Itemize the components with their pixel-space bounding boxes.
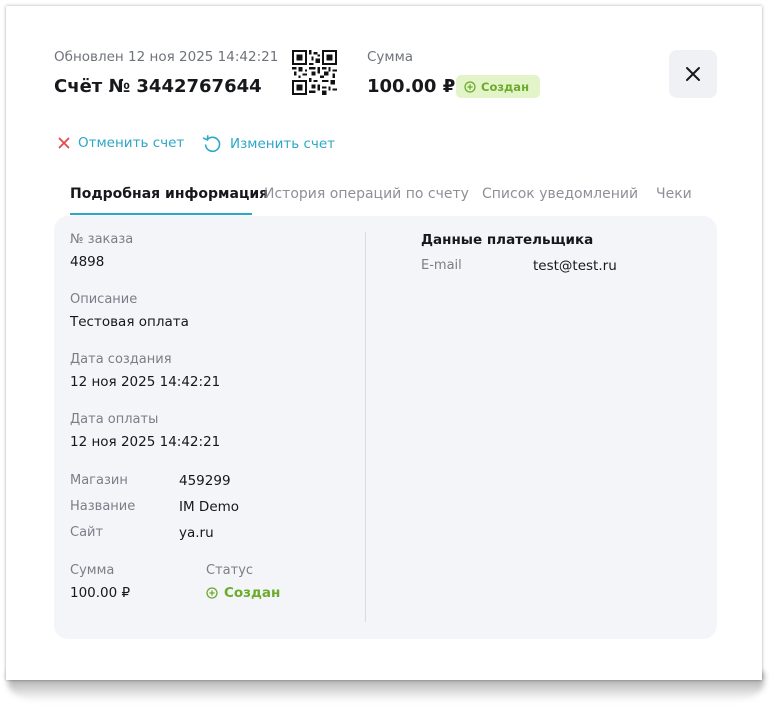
- edit-invoice-button[interactable]: Изменить счет: [202, 135, 335, 153]
- cancel-invoice-label: Отменить счет: [78, 135, 185, 151]
- cross-icon: [58, 137, 70, 149]
- name-value: IM Demo: [179, 499, 240, 515]
- created-date-value: 12 ноя 2025 14:42:21: [70, 374, 221, 390]
- edit-invoice-label: Изменить счет: [230, 136, 336, 152]
- refresh-icon: [202, 135, 221, 153]
- close-icon: [686, 67, 700, 81]
- plus-circle-icon: [464, 80, 476, 93]
- details-status-label: Статус: [206, 563, 254, 578]
- header-sum-value: 100.00 ₽: [367, 76, 456, 97]
- tab-operations-history[interactable]: История операций по счету: [264, 186, 469, 202]
- payer-email-value: test@test.ru: [533, 258, 617, 274]
- invoice-modal: Обновлен 12 ноя 2025 14:42:21 Счёт № 344…: [6, 6, 762, 680]
- qr-code-icon[interactable]: [292, 50, 337, 95]
- details-sum-label: Сумма: [70, 563, 115, 578]
- plus-circle-icon: [206, 587, 218, 599]
- payer-email-label: E-mail: [421, 258, 462, 273]
- order-number-label: № заказа: [70, 232, 134, 247]
- paid-date-label: Дата оплаты: [70, 412, 159, 427]
- details-status-value: Создан: [224, 585, 281, 601]
- header-sum-label: Сумма: [367, 49, 414, 65]
- details-sum-value: 100.00 ₽: [70, 585, 131, 601]
- paid-date-value: 12 ноя 2025 14:42:21: [70, 434, 221, 450]
- shop-label: Магазин: [70, 473, 128, 488]
- tab-receipts[interactable]: Чеки: [656, 186, 692, 202]
- details-status: Создан: [206, 585, 280, 601]
- status-badge-label: Создан: [481, 79, 530, 94]
- cancel-invoice-button[interactable]: Отменить счет: [58, 135, 184, 151]
- description-value: Тестовая оплата: [70, 314, 189, 330]
- tab-active-indicator: [70, 213, 252, 215]
- created-date-label: Дата создания: [70, 352, 172, 367]
- description-label: Описание: [70, 292, 138, 307]
- invoice-title: Счёт № 3442767644: [54, 76, 262, 97]
- details-panel: № заказа 4898 Описание Тестовая оплата Д…: [54, 216, 717, 639]
- site-label: Сайт: [70, 525, 104, 540]
- tab-notifications[interactable]: Список уведомлений: [482, 186, 638, 202]
- shop-value: 459299: [179, 473, 231, 489]
- status-badge: Создан: [456, 75, 541, 98]
- order-number-value: 4898: [70, 254, 105, 270]
- payer-section-title: Данные плательщика: [421, 232, 594, 248]
- column-divider: [365, 232, 366, 622]
- close-button[interactable]: [669, 50, 717, 98]
- updated-timestamp: Обновлен 12 ноя 2025 14:42:21: [54, 49, 279, 65]
- name-label: Название: [70, 499, 136, 514]
- tab-details[interactable]: Подробная информация: [70, 186, 268, 202]
- site-value: ya.ru: [179, 525, 214, 541]
